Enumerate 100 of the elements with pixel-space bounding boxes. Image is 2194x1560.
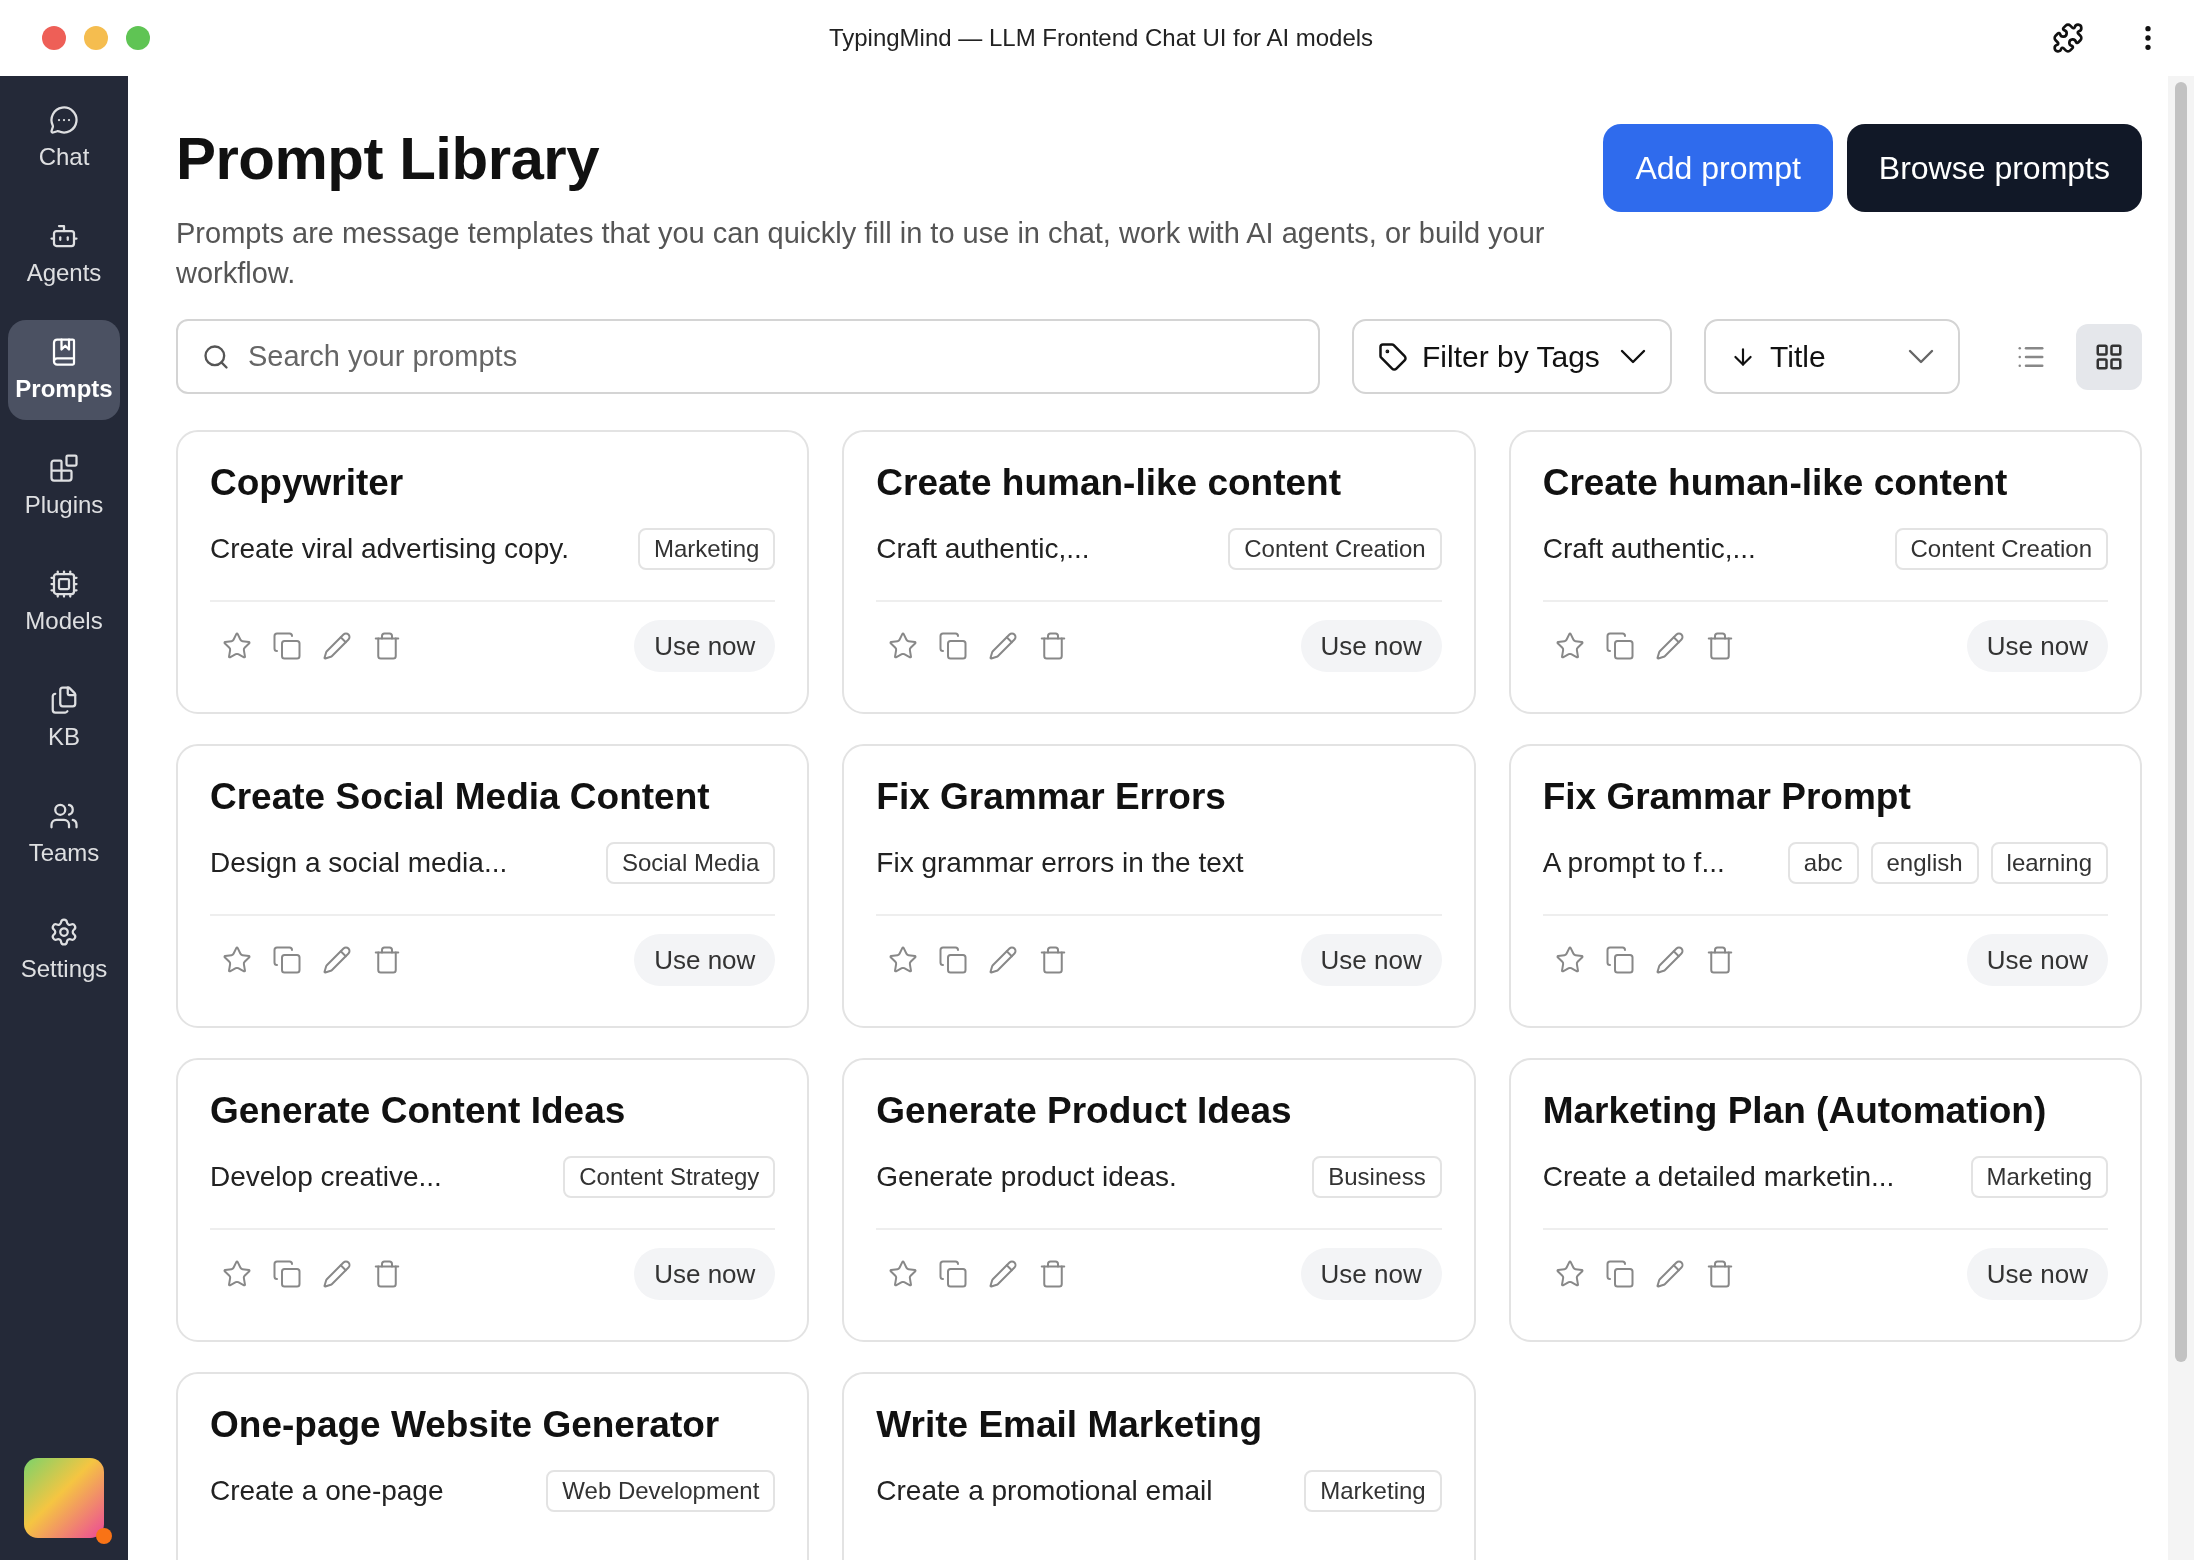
window-title: TypingMind — LLM Frontend Chat UI for AI models (827, 24, 1375, 52)
use-now-button[interactable]: Use now (1300, 620, 1442, 672)
star-icon[interactable] (222, 1259, 252, 1289)
star-icon[interactable] (1554, 945, 1585, 975)
status-dot (96, 1528, 112, 1544)
use-now-button[interactable]: Use now (1966, 934, 2108, 986)
prompt-description: Design a social media... (210, 847, 509, 879)
copy-icon[interactable] (272, 945, 302, 975)
prompt-description: Craft authentic,... (1542, 533, 1757, 565)
blocks-icon (49, 453, 79, 483)
copy-icon[interactable] (938, 631, 969, 661)
tag: Content Strategy (563, 1156, 776, 1198)
settings-icon (49, 917, 79, 947)
sidebar-item[interactable]: Prompts (8, 320, 120, 420)
prompt-title: Create Social Media Content (210, 775, 711, 819)
star-icon[interactable] (888, 631, 919, 661)
copy-icon[interactable] (1604, 945, 1635, 975)
copy-icon[interactable] (272, 631, 302, 661)
pencil-icon[interactable] (1654, 1259, 1685, 1289)
star-icon[interactable] (1554, 631, 1585, 661)
files-icon (49, 685, 79, 715)
search-input[interactable]: Search your prompts (246, 339, 1294, 374)
tag: Marketing (1970, 1156, 2108, 1198)
prompt-title: Generate Content Ideas (210, 1089, 627, 1133)
prompt-title: Create human-like content (1542, 461, 2009, 505)
tag: Content Creation (1894, 528, 2108, 570)
close-window-button[interactable] (42, 26, 66, 50)
trash-icon[interactable] (372, 631, 402, 661)
use-now-button[interactable]: Use now (1300, 1248, 1442, 1300)
chip-icon (49, 569, 79, 599)
copy-icon[interactable] (1604, 631, 1635, 661)
prompt-title: One-page Website Generator (210, 1403, 721, 1447)
tag: Social Media (605, 842, 776, 884)
pencil-icon[interactable] (322, 1259, 352, 1289)
prompt-title: Fix Grammar Prompt (1542, 775, 1912, 819)
star-icon[interactable] (888, 1259, 919, 1289)
prompt-description: Generate product ideas. (876, 1161, 1178, 1193)
prompt-title: Create human-like content (876, 461, 1342, 505)
avatar[interactable] (24, 1458, 104, 1538)
prompt-description: Create viral advertising copy. (210, 533, 570, 565)
pencil-icon[interactable] (988, 631, 1019, 661)
extension-icon[interactable] (2052, 22, 2084, 54)
prompt-title: Marketing Plan (Automation) (1542, 1089, 2048, 1133)
pencil-icon[interactable] (1654, 945, 1685, 975)
prompt-description: Create a promotional email (876, 1475, 1214, 1507)
copy-icon[interactable] (272, 1259, 302, 1289)
pencil-icon[interactable] (1654, 631, 1685, 661)
tag: Web Development (546, 1470, 776, 1512)
use-now-button[interactable]: Use now (634, 934, 776, 986)
sort-dropdown[interactable]: Title (1704, 319, 1960, 394)
browse-prompts-button[interactable]: Browse prompts (1846, 124, 2142, 212)
scrollbar[interactable] (2168, 76, 2194, 1560)
search-icon (202, 342, 230, 371)
sidebar-item[interactable]: Teams (8, 784, 120, 884)
prompt-title: Copywriter (210, 461, 405, 505)
zoom-window-button[interactable] (126, 26, 150, 50)
copy-icon[interactable] (1604, 1259, 1635, 1289)
star-icon[interactable] (888, 945, 919, 975)
prompt-title: Write Email Marketing (876, 1403, 1264, 1447)
sidebar-item[interactable]: Plugins (8, 436, 120, 536)
page-subtitle: Prompts are message templates that you can quickly fill in to use in chat, work with AI agents, or build your workflow. (176, 216, 1546, 291)
search-field[interactable]: Search your prompts (176, 319, 1320, 394)
prompt-description: Develop creative... (210, 1161, 443, 1193)
use-now-button[interactable]: Use now (1966, 1248, 2108, 1300)
sidebar-item[interactable]: Models (8, 552, 120, 652)
prompt-description: Create a one-page (210, 1475, 445, 1507)
tag: Content Creation (1228, 528, 1442, 570)
sidebar-item[interactable]: Settings (8, 900, 120, 1000)
chevron-down-icon (1908, 349, 1934, 364)
trash-icon[interactable] (372, 945, 402, 975)
tag: learning (1990, 842, 2108, 884)
chat-bubble-icon (49, 105, 79, 135)
trash-icon[interactable] (372, 1259, 402, 1289)
pencil-icon[interactable] (322, 631, 352, 661)
sidebar-item[interactable]: Agents (8, 204, 120, 304)
star-icon[interactable] (222, 631, 252, 661)
star-icon[interactable] (222, 945, 252, 975)
tag: abc (1787, 842, 1859, 884)
star-icon[interactable] (1554, 1259, 1585, 1289)
pencil-icon[interactable] (988, 1259, 1019, 1289)
copy-icon[interactable] (938, 945, 969, 975)
sidebar-item[interactable]: Chat (8, 88, 120, 188)
add-prompt-button[interactable]: Add prompt (1603, 124, 1833, 212)
filter-dropdown[interactable]: Filter by Tags (1352, 319, 1672, 394)
prompt-description: Craft authentic,... (876, 533, 1091, 565)
use-now-button[interactable]: Use now (1966, 620, 2108, 672)
prompt-description: A prompt to f... (1542, 847, 1726, 879)
page-title: Prompt Library (176, 124, 601, 193)
grid-view-button[interactable] (2076, 323, 2142, 390)
sidebar-item[interactable]: KB (8, 668, 120, 768)
tag: Marketing (1304, 1470, 1442, 1512)
copy-icon[interactable] (938, 1259, 969, 1289)
use-now-button[interactable]: Use now (634, 620, 776, 672)
tag: Business (1312, 1156, 1442, 1198)
use-now-button[interactable]: Use now (1300, 934, 1442, 986)
prompt-title: Generate Product Ideas (876, 1089, 1293, 1133)
pencil-icon[interactable] (988, 945, 1019, 975)
use-now-button[interactable]: Use now (634, 1248, 776, 1300)
people-icon (49, 801, 79, 831)
pencil-icon[interactable] (322, 945, 352, 975)
